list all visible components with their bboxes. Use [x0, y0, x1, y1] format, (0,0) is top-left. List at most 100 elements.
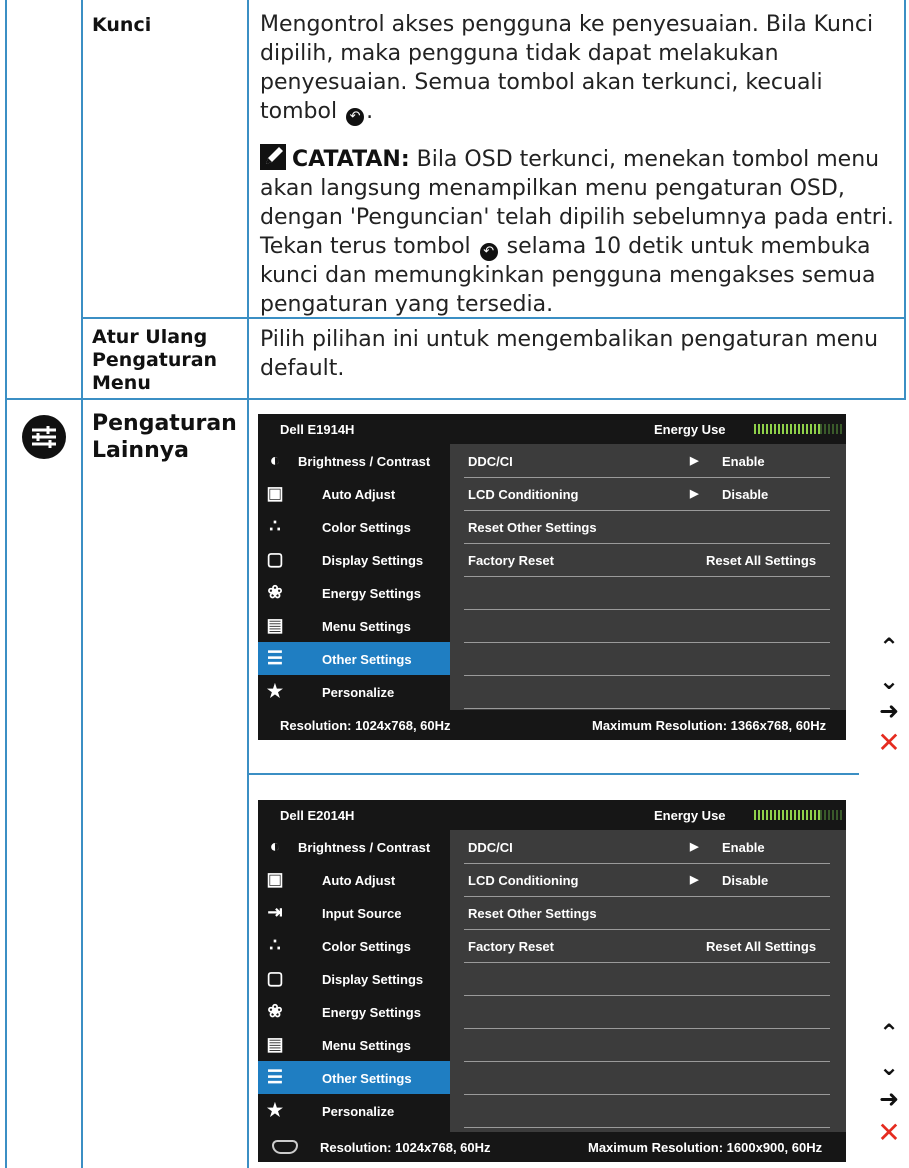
- osd-option-row[interactable]: Reset Other Settings: [464, 510, 830, 544]
- osd-menu-item[interactable]: ▤ Menu Settings: [258, 609, 450, 642]
- osd-menu-item[interactable]: ◐ Brightness / Contrast: [258, 830, 450, 863]
- other-settings-icon: [22, 415, 66, 459]
- osd-menu-item[interactable]: ▤ Menu Settings: [258, 1028, 450, 1061]
- current-resolution: Resolution: 1024x768, 60Hz: [320, 1140, 491, 1155]
- osd-menu-item-selected[interactable]: ☰ Other Settings: [258, 1061, 450, 1094]
- max-resolution: Maximum Resolution: 1366x768, 60Hz: [592, 718, 827, 733]
- row-label-other-settings: Pengaturan Lainnya: [92, 411, 237, 463]
- osd-option-row[interactable]: LCD Conditioning ▶ Disable: [464, 477, 830, 511]
- osd-empty-row: [464, 609, 830, 643]
- star-icon: ★: [266, 681, 284, 701]
- osd-menu-item[interactable]: ▢ Display Settings: [258, 543, 450, 576]
- osd-option-row[interactable]: Reset Other Settings: [464, 896, 830, 930]
- max-resolution: Maximum Resolution: 1600x900, 60Hz: [588, 1140, 823, 1155]
- osd-empty-row: [464, 1061, 830, 1095]
- osd-menu-item[interactable]: ▢ Display Settings: [258, 962, 450, 995]
- osd-menu-item[interactable]: ▣ Auto Adjust: [258, 863, 450, 896]
- color-settings-icon: ∴: [269, 516, 281, 536]
- note-label: CATATAN:: [292, 147, 410, 172]
- osd-empty-row: [464, 1094, 830, 1128]
- osd-empty-row: [464, 1028, 830, 1062]
- vga-connector-icon: [272, 1140, 298, 1154]
- osd-option-row[interactable]: Factory Reset Reset All Settings: [464, 929, 830, 963]
- submenu-arrow-icon: ▶: [690, 874, 699, 886]
- kunci-description-text: Mengontrol akses pengguna ke penyesuaian…: [260, 12, 874, 124]
- osd-menu-item[interactable]: ★ Personalize: [258, 1094, 450, 1127]
- other-settings-icon: ☰: [266, 1067, 284, 1087]
- kunci-note: CATATAN: Bila OSD terkunci, menekan tomb…: [260, 144, 900, 319]
- reset-menu-description: Pilih pilihan ini untuk mengembalikan pe…: [260, 327, 879, 381]
- energy-meter-icon: [754, 810, 842, 820]
- osd-menu-item[interactable]: ❀ Energy Settings: [258, 995, 450, 1028]
- osd-empty-row: [464, 642, 830, 676]
- down-arrow-icon[interactable]: ⌄: [874, 1052, 904, 1082]
- submenu-arrow-icon: ▶: [690, 455, 699, 467]
- back-button-icon: ↶: [479, 243, 498, 261]
- auto-adjust-icon: ▣: [266, 869, 284, 889]
- osd-divider: [247, 773, 859, 775]
- osd-menu-item-selected[interactable]: ☰ Other Settings: [258, 642, 450, 675]
- osd-options: DDC/CI ▶ Enable LCD Conditioning ▶ Disable R…: [450, 830, 846, 1132]
- osd-option-row[interactable]: DDC/CI ▶ Enable: [464, 444, 830, 478]
- osd-option-row[interactable]: Factory Reset Reset All Settings: [464, 543, 830, 577]
- osd-option-row[interactable]: DDC/CI ▶ Enable: [464, 830, 830, 864]
- osd-empty-row: [464, 995, 830, 1029]
- close-icon[interactable]: ✕: [874, 728, 904, 758]
- osd-menu-item[interactable]: ◐ Brightness / Contrast: [258, 444, 450, 477]
- right-arrow-icon[interactable]: ➜: [874, 696, 904, 726]
- osd-nav-buttons: ⌃ ⌄ ➜ ✕: [874, 632, 904, 768]
- down-arrow-icon[interactable]: ⌄: [874, 666, 904, 696]
- energy-use-label: Energy Use: [654, 422, 726, 437]
- table-border-col2: [247, 0, 249, 1168]
- osd-menu: ◐ Brightness / Contrast ▣ Auto Adjust ⇥ Inp…: [258, 830, 450, 1132]
- osd-menu-item[interactable]: ∴ Color Settings: [258, 510, 450, 543]
- brightness-icon: ◐: [269, 450, 281, 470]
- close-icon[interactable]: ✕: [874, 1118, 904, 1148]
- osd-menu-item[interactable]: ▣ Auto Adjust: [258, 477, 450, 510]
- right-arrow-icon[interactable]: ➜: [874, 1084, 904, 1114]
- star-icon: ★: [266, 1100, 284, 1120]
- submenu-arrow-icon: ▶: [690, 841, 699, 853]
- table-border-col1: [81, 0, 83, 1168]
- osd-screen-e2014h: Dell E2014H Energy Use ◐ Brightness / Con…: [258, 800, 846, 1162]
- osd-menu: ◐ Brightness / Contrast ▣ Auto Adjust ∴ Col…: [258, 444, 450, 710]
- osd-model: Dell E2014H: [280, 808, 355, 823]
- auto-adjust-icon: ▣: [266, 483, 284, 503]
- osd-footer: Resolution: 1024x768, 60Hz Maximum Resol…: [258, 1132, 846, 1162]
- energy-settings-icon: ❀: [267, 582, 283, 602]
- osd-option-row[interactable]: LCD Conditioning ▶ Disable: [464, 863, 830, 897]
- kunci-description-end: .: [366, 99, 374, 124]
- menu-settings-icon: ▤: [266, 615, 284, 635]
- osd-menu-item[interactable]: ❀ Energy Settings: [258, 576, 450, 609]
- current-resolution: Resolution: 1024x768, 60Hz: [280, 718, 451, 733]
- energy-settings-icon: ❀: [267, 1001, 283, 1021]
- row-label-kunci: Kunci: [92, 14, 152, 36]
- other-settings-icon: ☰: [266, 648, 284, 668]
- row-label-reset-menu: Atur Ulang Pengaturan Menu: [92, 326, 218, 394]
- osd-nav-buttons: ⌃ ⌄ ➜ ✕: [874, 1018, 904, 1158]
- up-arrow-icon[interactable]: ⌃: [874, 1018, 904, 1048]
- row-divider-2: [5, 398, 906, 400]
- table-border-left: [5, 0, 7, 1168]
- osd-menu-item[interactable]: ∴ Color Settings: [258, 929, 450, 962]
- submenu-arrow-icon: ▶: [690, 488, 699, 500]
- pencil-note-icon: [260, 144, 288, 170]
- kunci-description: Mengontrol akses pengguna ke penyesuaian…: [260, 10, 900, 126]
- input-source-icon: ⇥: [267, 902, 283, 922]
- osd-screen-e1914h: Dell E1914H Energy Use ◐ Brightness / Con…: [258, 414, 846, 740]
- up-arrow-icon[interactable]: ⌃: [874, 632, 904, 662]
- osd-menu-item[interactable]: ★ Personalize: [258, 675, 450, 708]
- display-settings-icon: ▢: [266, 549, 284, 569]
- table-border-right: [904, 0, 906, 400]
- osd-options: DDC/CI ▶ Enable LCD Conditioning ▶ Disable R…: [450, 444, 846, 710]
- menu-settings-icon: ▤: [266, 1034, 284, 1054]
- osd-menu-item[interactable]: ⇥ Input Source: [258, 896, 450, 929]
- brightness-icon: ◐: [269, 836, 281, 856]
- osd-footer: Resolution: 1024x768, 60Hz Maximum Resol…: [258, 710, 846, 740]
- back-button-icon: ↶: [346, 108, 365, 126]
- osd-empty-row: [464, 962, 830, 996]
- osd-empty-row: [464, 675, 830, 709]
- energy-meter-icon: [754, 424, 842, 434]
- display-settings-icon: ▢: [266, 968, 284, 988]
- osd-model: Dell E1914H: [280, 422, 355, 437]
